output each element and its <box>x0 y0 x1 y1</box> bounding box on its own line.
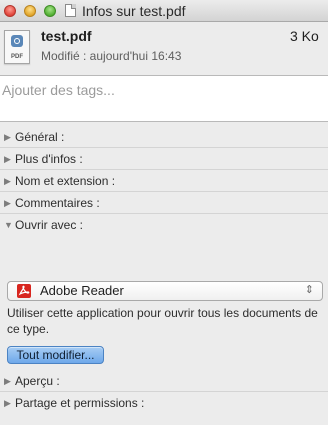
section-label: Plus d'infos : <box>15 152 83 166</box>
file-modified: Modifié : aujourd'hui 16:43 <box>41 49 182 63</box>
disclosure-triangle-icon[interactable]: ▶ <box>4 198 11 209</box>
file-size: 3 Ko <box>290 28 319 44</box>
section-name-extension[interactable]: ▶ Nom et extension : <box>0 171 328 192</box>
close-button[interactable] <box>4 5 16 17</box>
section-more-info[interactable]: ▶ Plus d'infos : <box>0 149 328 170</box>
pdf-file-icon: PDF <box>4 30 30 64</box>
disclosure-triangle-icon[interactable]: ▶ <box>4 132 11 143</box>
disclosure-triangle-icon[interactable]: ▶ <box>4 154 11 165</box>
document-icon <box>65 4 76 17</box>
file-name: test.pdf <box>41 28 92 44</box>
minimize-button[interactable] <box>24 5 36 17</box>
window-title: Infos sur test.pdf <box>82 3 186 19</box>
adobe-reader-icon <box>17 284 31 298</box>
section-open-with[interactable]: ▼ Ouvrir avec : <box>0 215 328 236</box>
open-with-help-text: Utiliser cette application pour ouvrir t… <box>7 306 318 336</box>
section-label: Nom et extension : <box>15 174 116 188</box>
info-window: Infos sur test.pdf PDF test.pdf 3 Ko Mod… <box>0 0 328 425</box>
tags-placeholder: Ajouter des tags... <box>2 82 115 98</box>
section-preview[interactable]: ▶ Aperçu : <box>0 371 328 392</box>
section-label: Partage et permissions : <box>15 396 145 410</box>
change-all-label: Tout modifier... <box>16 348 95 362</box>
section-label: Commentaires : <box>15 196 100 210</box>
select-arrows-icon: ⇕ <box>304 284 314 296</box>
section-general[interactable]: ▶ Général : <box>0 127 328 148</box>
zoom-button[interactable] <box>44 5 56 17</box>
selected-app-name: Adobe Reader <box>40 283 124 298</box>
section-comments[interactable]: ▶ Commentaires : <box>0 193 328 214</box>
tags-field[interactable]: Ajouter des tags... <box>0 75 328 122</box>
change-all-button[interactable]: Tout modifier... <box>7 346 104 364</box>
file-icon-label: PDF <box>11 54 23 60</box>
adobe-reader-glyph-icon <box>18 285 30 296</box>
disclosure-triangle-icon[interactable]: ▼ <box>4 220 13 230</box>
title-bar[interactable]: Infos sur test.pdf <box>0 0 328 22</box>
disclosure-triangle-icon[interactable]: ▶ <box>4 376 11 387</box>
disclosure-triangle-icon[interactable]: ▶ <box>4 398 11 409</box>
acrobat-icon <box>11 35 23 47</box>
disclosure-triangle-icon[interactable]: ▶ <box>4 176 11 187</box>
section-label: Général : <box>15 130 65 144</box>
file-header: PDF test.pdf 3 Ko Modifié : aujourd'hui … <box>0 23 328 73</box>
open-with-app-select[interactable]: Adobe Reader ⇕ <box>7 281 323 301</box>
section-label: Ouvrir avec : <box>15 218 84 232</box>
section-label: Aperçu : <box>15 374 60 388</box>
section-sharing-permissions[interactable]: ▶ Partage et permissions : <box>0 393 328 414</box>
